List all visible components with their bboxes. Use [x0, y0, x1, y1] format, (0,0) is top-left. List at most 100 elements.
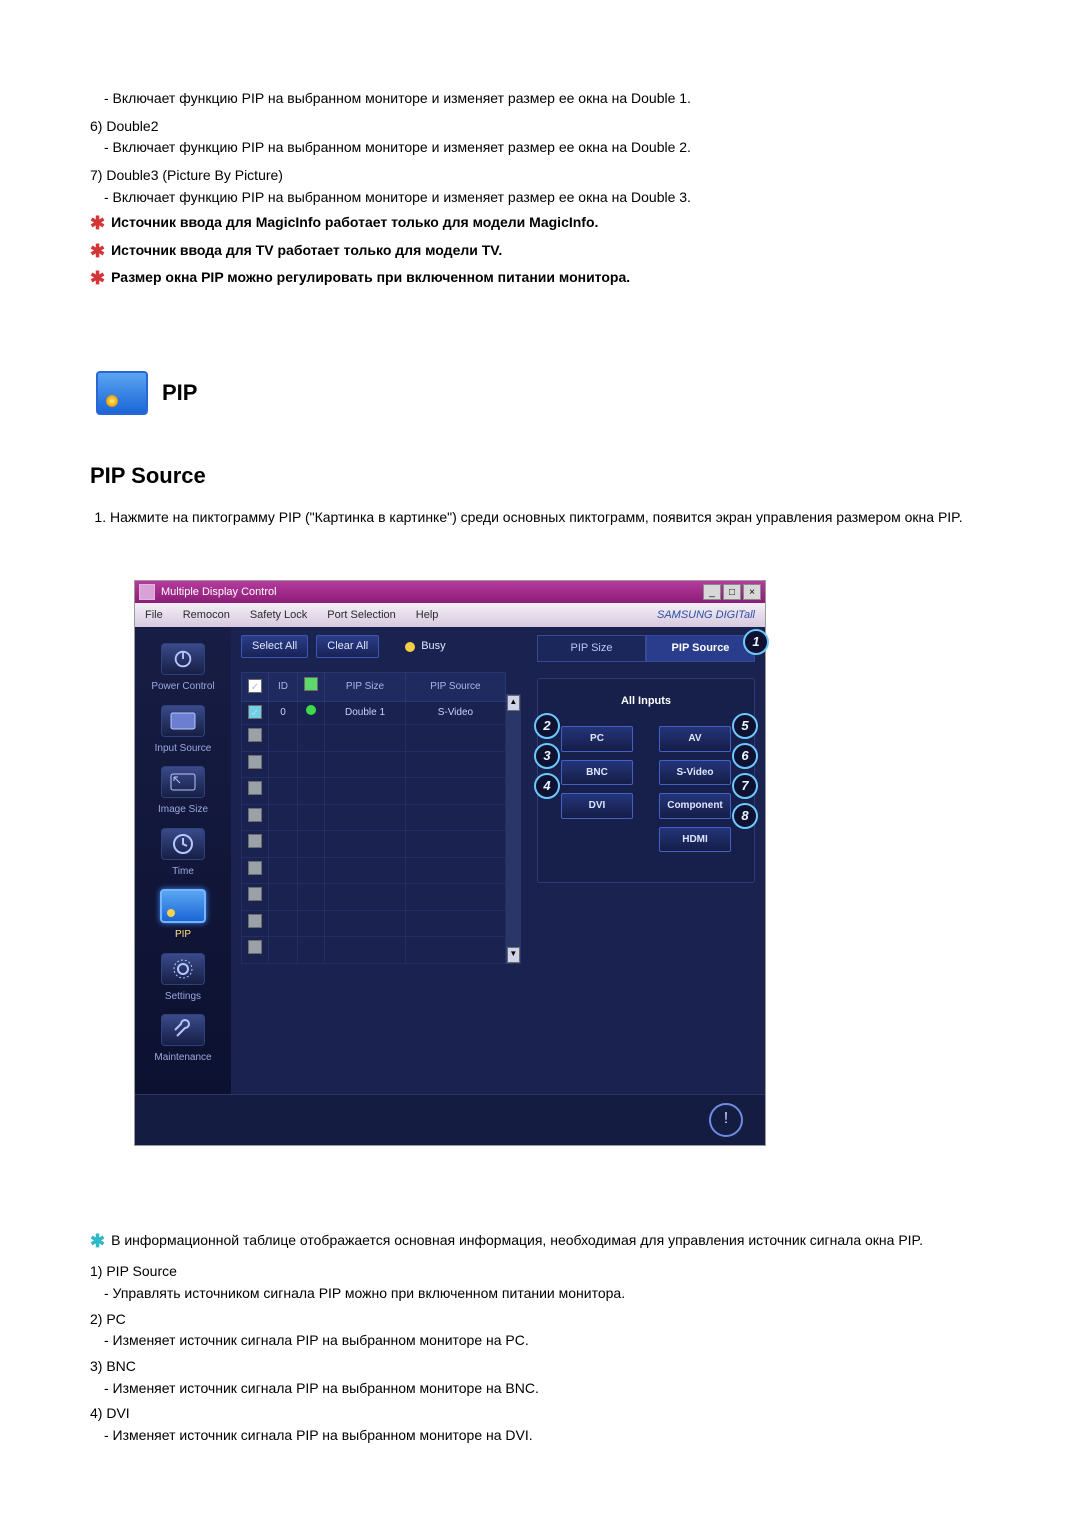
list-item: - Включает функцию PIP на выбранном мони… — [90, 88, 1020, 110]
scroll-up-icon[interactable]: ▲ — [507, 695, 520, 711]
scroll-down-icon[interactable]: ▼ — [507, 947, 520, 963]
note-line: ✱ Источник ввода для TV работает только … — [90, 240, 1020, 263]
busy-label: Busy — [421, 638, 445, 655]
section-header: PIP — [96, 371, 1020, 415]
row-checkbox[interactable] — [248, 728, 262, 742]
av-button[interactable]: AV — [659, 726, 731, 752]
hdmi-button[interactable]: HDMI — [659, 827, 731, 853]
below-shot: ✱ В информационной таблице отображается … — [90, 1230, 1020, 1447]
display-table: ✓ ID PIP Size PIP Source ✓ 0 — [241, 672, 506, 964]
app-icon — [139, 584, 155, 600]
mdc-body: Power Control Input Source Image Size — [135, 627, 765, 1094]
menu-file[interactable]: File — [135, 607, 173, 624]
col-id[interactable]: ID — [269, 673, 298, 702]
sidebar: Power Control Input Source Image Size — [135, 627, 231, 1094]
list-item-head: 6) Double2 — [90, 116, 1020, 138]
clear-all-button[interactable]: Clear All — [316, 635, 379, 658]
row-checkbox[interactable] — [248, 781, 262, 795]
list-item-body: - Изменяет источник сигнала PIP на выбра… — [104, 1425, 1020, 1447]
status-led-icon — [306, 705, 316, 715]
button-grid: PC BNC DVI AV S-Video Component HDMI — [548, 722, 744, 856]
sidebar-item-maintenance[interactable]: Maintenance — [139, 1014, 227, 1066]
title-bar[interactable]: Multiple Display Control _ □ × — [135, 581, 765, 603]
row-checkbox[interactable]: ✓ — [248, 705, 262, 719]
col-pip-size[interactable]: PIP Size — [325, 673, 406, 702]
table-row[interactable] — [242, 751, 506, 778]
sidebar-item-image-size[interactable]: Image Size — [139, 766, 227, 818]
sidebar-item-time[interactable]: Time — [139, 828, 227, 880]
table-row[interactable] — [242, 884, 506, 911]
callout-8: 8 — [732, 803, 758, 829]
right-pane: PIP Size PIP Source 1 All Inputs PC BNC — [527, 627, 765, 1094]
row-checkbox[interactable] — [248, 861, 262, 875]
row-checkbox[interactable] — [248, 914, 262, 928]
pip-icon — [160, 889, 206, 923]
sidebar-item-input[interactable]: Input Source — [139, 705, 227, 757]
bnc-button[interactable]: BNC — [561, 760, 633, 786]
header-checkbox[interactable]: ✓ — [248, 679, 262, 693]
list-item-head: 7) Double3 (Picture By Picture) — [90, 165, 1020, 187]
sidebar-item-settings[interactable]: Settings — [139, 953, 227, 1005]
table-row[interactable] — [242, 804, 506, 831]
close-button[interactable]: × — [743, 584, 761, 600]
brand-label: SAMSUNG DIGITall — [647, 607, 765, 624]
sidebar-label: Input Source — [139, 741, 227, 757]
table-row[interactable] — [242, 857, 506, 884]
pc-button[interactable]: PC — [561, 726, 633, 752]
image-size-icon — [161, 766, 205, 798]
row-checkbox[interactable] — [248, 940, 262, 954]
svideo-button[interactable]: S-Video — [659, 760, 731, 786]
info-note: В информационной таблице отображается ос… — [111, 1230, 1020, 1252]
menu-help[interactable]: Help — [406, 607, 449, 624]
list-item-body: - Включает функцию PIP на выбранном мони… — [104, 187, 1020, 209]
note-text: Источник ввода для TV работает только дл… — [111, 240, 502, 262]
select-all-button[interactable]: Select All — [241, 635, 308, 658]
info-note-row: ✱ В информационной таблице отображается … — [90, 1230, 1020, 1253]
component-button[interactable]: Component — [659, 793, 731, 819]
scroll-track[interactable] — [507, 711, 520, 947]
row-checkbox[interactable] — [248, 887, 262, 901]
screenshot: Multiple Display Control _ □ × File Remo… — [134, 580, 1020, 1146]
row-checkbox[interactable] — [248, 834, 262, 848]
maximize-button[interactable]: □ — [723, 584, 741, 600]
scrollbar[interactable]: ▲ ▼ — [506, 694, 521, 964]
row-checkbox[interactable] — [248, 755, 262, 769]
table-row[interactable] — [242, 831, 506, 858]
list-item: 7) Double3 (Picture By Picture) - Включа… — [90, 165, 1020, 208]
menu-port-selection[interactable]: Port Selection — [317, 607, 405, 624]
star-icon: ✱ — [90, 240, 105, 263]
table-row[interactable] — [242, 937, 506, 964]
sidebar-item-pip[interactable]: PIP — [139, 889, 227, 943]
cell-source: S-Video — [406, 701, 506, 725]
list-item: 2) PC - Изменяет источник сигнала PIP на… — [90, 1309, 1020, 1352]
star-cyan-icon: ✱ — [90, 1230, 105, 1253]
button-col-left: PC BNC DVI — [548, 722, 646, 856]
menu-safety-lock[interactable]: Safety Lock — [240, 607, 317, 624]
list-item-body: - Включает функцию PIP на выбранном мони… — [104, 88, 1020, 110]
sidebar-item-power[interactable]: Power Control — [139, 643, 227, 695]
info-icon[interactable]: ! — [709, 1103, 743, 1137]
intro-item: Нажмите на пиктограмму PIP ("Картинка в … — [110, 507, 1020, 529]
table-row[interactable] — [242, 910, 506, 937]
list-item: 3) BNC - Изменяет источник сигнала PIP н… — [90, 1356, 1020, 1399]
sidebar-label: Time — [139, 864, 227, 880]
dvi-button[interactable]: DVI — [561, 793, 633, 819]
callout-7: 7 — [732, 773, 758, 799]
note-line: ✱ Источник ввода для MagicInfo работает … — [90, 212, 1020, 235]
menu-remocon[interactable]: Remocon — [173, 607, 240, 624]
tab-pip-size[interactable]: PIP Size — [537, 635, 646, 662]
list-item-head: 2) PC — [90, 1309, 1020, 1331]
table-row[interactable] — [242, 725, 506, 752]
minimize-button[interactable]: _ — [703, 584, 721, 600]
table-row[interactable]: ✓ 0 Double 1 S-Video — [242, 701, 506, 725]
col-pip-source[interactable]: PIP Source — [406, 673, 506, 702]
tab-pip-source[interactable]: PIP Source — [646, 635, 755, 662]
sidebar-label: Power Control — [139, 679, 227, 695]
mdc-window: Multiple Display Control _ □ × File Remo… — [134, 580, 766, 1146]
panel-title: All Inputs — [548, 693, 744, 710]
grid-area: Select All Clear All Busy ✓ ID — [231, 627, 527, 1094]
table-row[interactable] — [242, 778, 506, 805]
row-checkbox[interactable] — [248, 808, 262, 822]
list-item-head: 1) PIP Source — [90, 1261, 1020, 1283]
cell-size: Double 1 — [325, 701, 406, 725]
